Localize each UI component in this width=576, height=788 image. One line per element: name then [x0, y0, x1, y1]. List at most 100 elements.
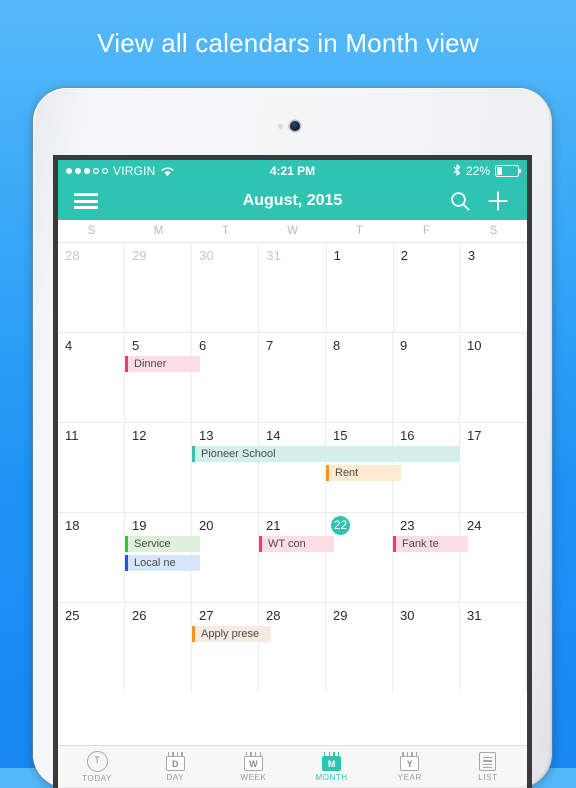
weekday-label-5: F — [422, 225, 431, 237]
battery-icon — [495, 165, 522, 177]
tab-month[interactable]: M MONTH — [293, 746, 371, 788]
calendar-day-cell[interactable]: 31 — [460, 603, 527, 692]
calendar-day-cell[interactable]: 22 — [326, 513, 393, 602]
tab-label: YEAR — [397, 773, 422, 782]
day-number: 30 — [199, 248, 214, 263]
day-number: 1 — [333, 248, 341, 263]
tab-year[interactable]: Y YEAR — [371, 746, 449, 788]
day-number: 6 — [199, 338, 207, 353]
weekday-header: SMTWTFS — [58, 220, 527, 243]
day-number: 31 — [266, 248, 281, 263]
ambient-sensor-icon — [278, 124, 283, 129]
calendar-week-row: 28 29 30 31 1 2 3 — [58, 243, 527, 333]
calendar-day-cell[interactable]: 6 — [192, 333, 259, 422]
day-number: 26 — [132, 608, 147, 623]
calendar-day-cell[interactable]: 17 — [460, 423, 527, 512]
front-camera-icon — [290, 121, 300, 131]
bottom-tab-bar[interactable]: T TODAY D DAY W WEEK M MONTH Y YEAR LIST — [58, 745, 527, 788]
day-number: 28 — [266, 608, 281, 623]
battery-percent-label: 22% — [465, 164, 490, 178]
plus-icon[interactable] — [487, 190, 509, 212]
month-calendar-icon: M — [322, 752, 342, 771]
day-number: 13 — [199, 428, 214, 443]
calendar-week-row: 18 19 20 21 22 23 24 Service Local ne WT con Fank … — [58, 513, 527, 603]
weekday-label-3: W — [287, 225, 298, 237]
calendar-week-row: 25 26 27 28 29 30 31 Apply prese — [58, 603, 527, 692]
day-number: 19 — [132, 518, 147, 533]
calendar-day-cell[interactable]: 11 — [58, 423, 125, 512]
calendar-day-cell[interactable]: 27 — [192, 603, 259, 692]
calendar-event[interactable]: Service — [125, 536, 201, 552]
calendar-day-cell[interactable]: 24 — [460, 513, 527, 602]
calendar-event[interactable]: Local ne — [125, 555, 201, 571]
calendar-day-cell[interactable]: 10 — [460, 333, 527, 422]
calendar-day-cell[interactable]: 8 — [326, 333, 393, 422]
week-calendar-icon: W — [243, 752, 263, 771]
calendar-day-cell[interactable]: 28 — [58, 243, 126, 332]
day-number: 27 — [199, 608, 214, 623]
calendar-day-cell[interactable]: 7 — [259, 333, 326, 422]
day-number: 29 — [132, 248, 147, 263]
calendar-event[interactable]: Apply prese — [192, 626, 272, 642]
tab-label: DAY — [166, 773, 185, 782]
calendar-event[interactable]: Dinner — [125, 356, 201, 372]
year-calendar-icon: Y — [400, 752, 420, 771]
calendar-day-cell[interactable]: 12 — [125, 423, 192, 512]
tab-label: TODAY — [82, 774, 112, 783]
tablet-device: VIRGIN 4:21 PM 22% August, 2015 S M T W … — [33, 88, 552, 788]
calendar-day-cell[interactable]: 2 — [394, 243, 461, 332]
calendar-day-cell[interactable]: 29 — [326, 603, 393, 692]
day-number: 29 — [333, 608, 348, 623]
list-document-icon — [479, 752, 497, 771]
tab-today[interactable]: T TODAY — [58, 746, 136, 788]
day-number: 24 — [467, 518, 482, 533]
calendar-day-cell[interactable]: 20 — [192, 513, 259, 602]
app-navigation-bar: August, 2015 — [58, 182, 527, 220]
calendar-day-cell[interactable]: 13 — [192, 423, 259, 512]
day-number: 3 — [467, 248, 476, 263]
day-number: 8 — [333, 338, 341, 353]
calendar-day-cell[interactable]: 1 — [327, 243, 394, 332]
calendar-event[interactable]: Pioneer School — [192, 446, 460, 462]
weekday-label-1: M — [153, 225, 164, 237]
day-number: 4 — [65, 338, 73, 353]
day-number: 5 — [132, 338, 140, 353]
weekday-label-0: S — [87, 225, 96, 237]
day-number: 18 — [65, 518, 80, 533]
tab-day[interactable]: D DAY — [136, 746, 214, 788]
calendar-day-cell[interactable]: 9 — [393, 333, 460, 422]
calendar-day-cell[interactable]: 4 — [58, 333, 125, 422]
calendar-day-cell[interactable]: 14 — [259, 423, 326, 512]
calendar-event[interactable]: Fank te — [393, 536, 469, 552]
day-number: 9 — [400, 338, 408, 353]
day-number: 30 — [400, 608, 415, 623]
calendar-day-cell[interactable]: 23 — [393, 513, 460, 602]
promo-headline: View all calendars in Month view — [97, 28, 479, 58]
tab-list[interactable]: LIST — [449, 746, 527, 788]
calendar-day-cell[interactable]: 30 — [192, 243, 260, 332]
calendar-day-cell[interactable]: 5 — [125, 333, 192, 422]
calendar-day-cell[interactable]: 25 — [58, 603, 125, 692]
day-number: 21 — [266, 518, 281, 533]
calendar-day-cell[interactable]: 26 — [125, 603, 192, 692]
day-number: 7 — [266, 338, 274, 353]
calendar-day-cell[interactable]: 21 — [259, 513, 326, 602]
calendar-day-cell[interactable]: 16 — [393, 423, 460, 512]
calendar-day-cell[interactable]: 18 — [58, 513, 125, 602]
search-icon[interactable] — [449, 190, 471, 212]
calendar-event[interactable]: Rent — [326, 465, 402, 481]
calendar-day-cell[interactable]: 30 — [393, 603, 460, 692]
weekday-label-6: S — [489, 225, 498, 237]
day-number: 12 — [132, 428, 147, 443]
calendar-day-cell[interactable]: 3 — [461, 243, 527, 332]
calendar-event[interactable]: WT con — [259, 536, 335, 552]
day-number: 23 — [400, 518, 415, 533]
calendar-week-row: 11 12 13 14 15 16 17 Pioneer School Rent — [58, 423, 527, 513]
calendar-month-grid[interactable]: 28 29 30 31 1 2 3 4 5 6 7 8 9 10 Dinner 11 12 13 14 15 16 17 P… — [58, 243, 527, 692]
calendar-day-cell[interactable]: 28 — [259, 603, 326, 692]
calendar-day-cell[interactable]: 31 — [259, 243, 327, 332]
tab-label: LIST — [478, 773, 498, 782]
tab-week[interactable]: W WEEK — [214, 746, 292, 788]
calendar-day-cell[interactable]: 29 — [125, 243, 193, 332]
today-circle-icon: T — [86, 751, 108, 772]
